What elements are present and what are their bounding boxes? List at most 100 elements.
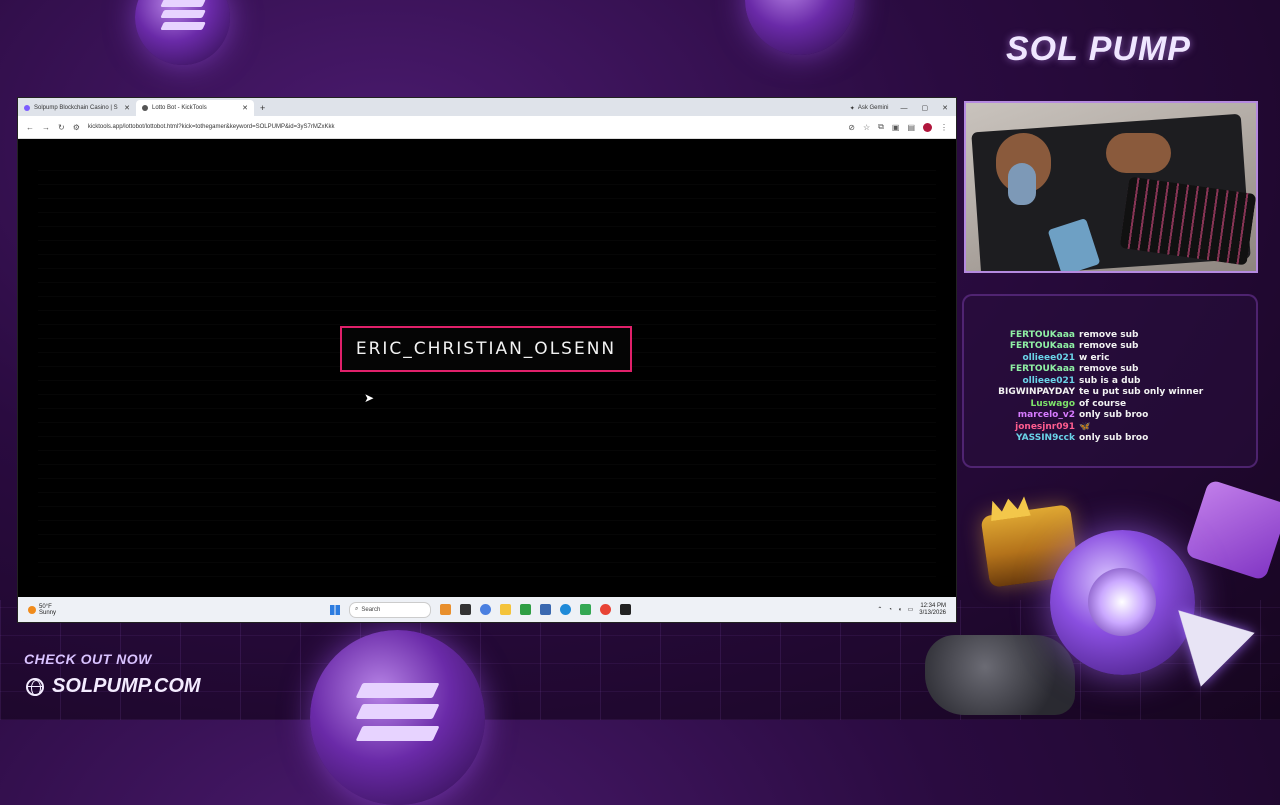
chat-text: 🦋 — [1079, 421, 1091, 432]
close-tab-icon[interactable]: ✕ — [124, 104, 130, 112]
calculator-icon[interactable] — [540, 604, 551, 615]
chat-username[interactable]: YASSIN9cck — [964, 433, 1079, 443]
close-window-button[interactable]: ✕ — [942, 104, 948, 112]
media-icon[interactable]: ▣ — [892, 123, 900, 132]
tab-lotto-bot[interactable]: Lotto Bot - KickTools ✕ — [136, 100, 254, 116]
chat-text: sub is a dub — [1079, 375, 1141, 386]
chat-username[interactable]: FERTOUKaaa — [964, 364, 1079, 374]
edge-icon[interactable] — [560, 604, 571, 615]
sol-pump-logo: SOL PUMP — [1006, 30, 1191, 68]
chat-message: ollieee021 w eric — [964, 352, 1256, 364]
chat-username[interactable]: ollieee021 — [964, 376, 1079, 386]
extensions-icon[interactable]: ⧉ — [878, 122, 884, 132]
search-icon: ⌕ — [355, 606, 359, 612]
weather-widget[interactable]: 50°F Sunny — [18, 604, 178, 616]
webcam-feed — [964, 101, 1258, 273]
forward-icon[interactable]: → — [42, 123, 50, 132]
gem-decoration — [1184, 478, 1280, 582]
site-info-icon[interactable]: ⚙ — [73, 123, 80, 132]
reload-icon[interactable]: ↻ — [58, 123, 65, 132]
tab-label: Solpump Blockchain Casino | S — [34, 105, 118, 111]
taskbar-search[interactable]: ⌕ Search — [349, 601, 431, 618]
file-explorer-icon[interactable] — [500, 604, 511, 615]
hand — [1106, 133, 1171, 173]
chat-message: FERTOUKaaa remove sub — [964, 341, 1256, 353]
chat-text: w eric — [1079, 352, 1110, 363]
taskbar: 50°F Sunny ⌕ Search ⌃ ◔ ◖ ▭ 12:34 PM 3/1… — [18, 597, 956, 622]
globe-icon — [26, 677, 44, 696]
chat-text: remove sub — [1079, 364, 1139, 375]
browser-window: Solpump Blockchain Casino | S ✕ Lotto Bo… — [18, 98, 956, 622]
chat-username[interactable]: FERTOUKaaa — [964, 341, 1079, 351]
system-tray: ⌃ ◔ ◖ ▭ 12:34 PM 3/13/2026 — [877, 603, 946, 617]
chat-message: YASSIN9cck only sub broo — [964, 433, 1256, 445]
battery-icon[interactable]: ▭ — [908, 606, 914, 613]
chat-text: te u put sub only winner — [1079, 387, 1204, 398]
rock-decoration — [925, 635, 1075, 715]
solana-coin-decoration — [310, 630, 485, 805]
copilot-icon[interactable] — [480, 604, 491, 615]
chat-text: only sub broo — [1079, 410, 1149, 421]
chat-username[interactable]: BIGWINPAYDAY — [964, 387, 1079, 397]
solana-coin-decoration — [135, 0, 230, 65]
promo-headline: CHECK OUT NOW — [24, 651, 152, 667]
terminal-icon[interactable] — [620, 604, 631, 615]
chat-text: remove sub — [1079, 341, 1139, 352]
app-icon[interactable] — [580, 604, 591, 615]
new-tab-button[interactable]: + — [254, 100, 271, 116]
sidebar-icon[interactable]: ▤ — [907, 123, 915, 132]
chat-message-list: FERTOUKaaa remove sub FERTOUKaaa remove sub… — [964, 329, 1256, 444]
address-bar: ← → ↻ ⚙ kicktools.app/lottobot/lottobot.… — [18, 116, 956, 139]
clock[interactable]: 12:34 PM 3/13/2026 — [919, 603, 946, 617]
chat-username[interactable]: Luswago — [964, 399, 1079, 409]
windows-start-icon[interactable] — [330, 604, 340, 615]
search-placeholder: Search — [361, 606, 381, 613]
winner-name: ERIC_CHRISTIAN_OLSENN — [355, 339, 617, 359]
chat-overlay: FERTOUKaaa remove sub FERTOUKaaa remove sub… — [962, 294, 1258, 468]
menu-icon[interactable]: ⋮ — [940, 123, 948, 132]
network-icon[interactable]: ◔ — [888, 607, 892, 613]
chat-message: jonesjnr091 🦋 — [964, 421, 1256, 433]
chrome-icon[interactable] — [600, 604, 611, 615]
minimize-button[interactable]: — — [901, 105, 908, 112]
chat-message: BIGWINPAYDAY te u put sub only winner — [964, 387, 1256, 399]
back-icon[interactable]: ← — [26, 123, 34, 132]
chevron-up-icon[interactable]: ⌃ — [877, 606, 882, 613]
winner-name-box: ERIC_CHRISTIAN_OLSENN — [340, 326, 632, 372]
gemini-icon: ✦ — [849, 105, 855, 112]
tab-bar: Solpump Blockchain Casino | S ✕ Lotto Bo… — [18, 98, 956, 116]
chat-username[interactable]: marcelo_v2 — [964, 410, 1079, 420]
volume-icon[interactable]: ◖ — [898, 607, 902, 613]
bookmark-star-icon[interactable]: ☆ — [863, 123, 870, 132]
solpump-favicon-icon — [24, 105, 30, 111]
chat-username[interactable]: ollieee021 — [964, 353, 1079, 363]
clock-time: 12:34 PM — [920, 602, 946, 609]
mouse-cursor-icon: ➤ — [364, 391, 375, 405]
close-tab-icon[interactable]: ✕ — [242, 104, 248, 112]
chat-text: remove sub — [1079, 329, 1139, 340]
chat-username[interactable]: FERTOUKaaa — [964, 330, 1079, 340]
widgets-icon[interactable] — [440, 604, 451, 615]
url-field[interactable]: kicktools.app/lottobot/lottobot.html?kic… — [88, 124, 840, 130]
camera-off-icon[interactable]: ⊘ — [848, 123, 855, 132]
ask-gemini-button[interactable]: ✦ Ask Gemini — [850, 100, 901, 116]
xbox-icon[interactable] — [520, 604, 531, 615]
tab-solpump[interactable]: Solpump Blockchain Casino | S ✕ — [18, 100, 136, 116]
chat-message: FERTOUKaaa remove sub — [964, 364, 1256, 376]
weather-desc: Sunny — [39, 609, 57, 616]
chat-message: marcelo_v2 only sub broo — [964, 410, 1256, 422]
task-view-icon[interactable] — [460, 604, 471, 615]
solana-coin-decoration — [745, 0, 855, 55]
chat-message: FERTOUKaaa remove sub — [964, 329, 1256, 341]
tab-label: Lotto Bot - KickTools — [152, 105, 207, 111]
chat-message: Luswago of course — [964, 398, 1256, 410]
page-content: ERIC_CHRISTIAN_OLSENN ➤ — [18, 139, 956, 597]
globe-favicon-icon — [142, 105, 148, 111]
maximize-button[interactable]: ▢ — [922, 104, 929, 112]
promo-url: SOLPUMP.COM — [26, 675, 201, 698]
ask-gemini-label: Ask Gemini — [857, 105, 889, 111]
chat-text: only sub broo — [1079, 433, 1149, 444]
chat-text: of course — [1079, 398, 1127, 409]
chat-username[interactable]: jonesjnr091 — [964, 422, 1079, 432]
profile-avatar[interactable] — [923, 122, 932, 132]
